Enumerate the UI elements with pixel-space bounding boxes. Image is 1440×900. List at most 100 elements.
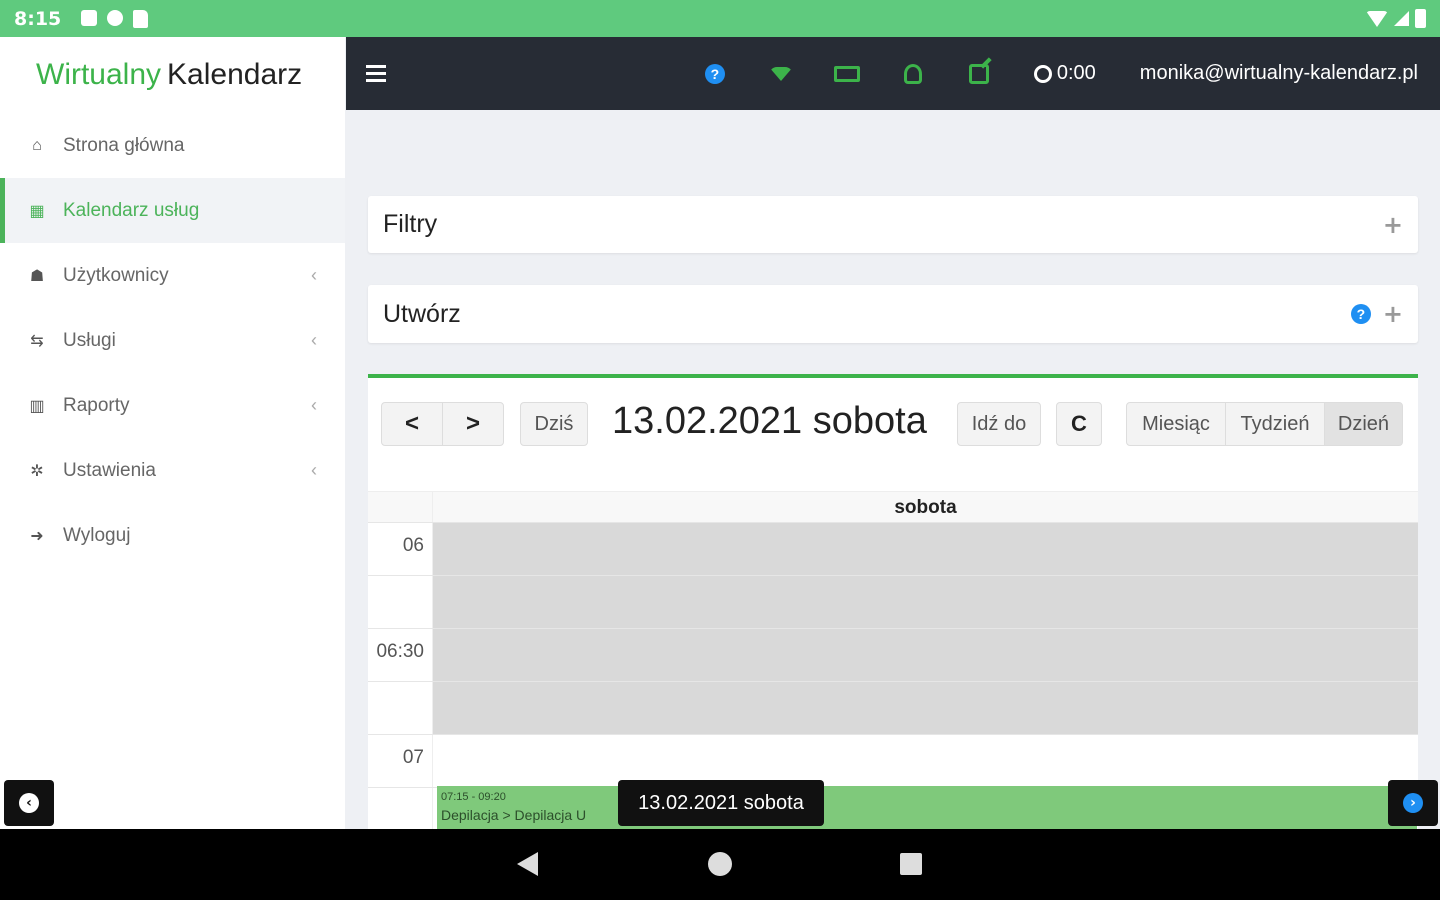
time-slots: 06 06:30 07 bbox=[368, 522, 1418, 829]
create-title: Utwórz bbox=[383, 299, 461, 328]
user-icon: ☗ bbox=[29, 267, 45, 285]
sidebar-item-2[interactable]: ☗ Użytkownicy ‹ bbox=[0, 243, 345, 308]
user-email[interactable]: monika@wirtualny-kalendarz.pl bbox=[1140, 62, 1418, 85]
android-status-bar: 8:15 bbox=[0, 0, 1440, 37]
status-notification-icons bbox=[81, 9, 149, 28]
day-header-row: sobota bbox=[368, 491, 1418, 523]
event-time: 07:15 - 09:20 bbox=[441, 791, 506, 803]
time-slot-label bbox=[368, 682, 433, 734]
sidebar-item-label: Raporty bbox=[63, 394, 130, 416]
expand-create-plus-icon[interactable]: + bbox=[1383, 300, 1403, 328]
time-slot-row: 06 bbox=[368, 522, 1418, 575]
chevron-left-icon: ‹ bbox=[311, 330, 317, 350]
money-button[interactable] bbox=[814, 65, 880, 82]
create-panel[interactable]: Utwórz ? + bbox=[368, 285, 1418, 343]
expand-filters-plus-icon[interactable]: + bbox=[1383, 211, 1403, 239]
prev-button[interactable]: < bbox=[381, 402, 443, 446]
event-title: Depilacja > Depilacja U bbox=[441, 807, 587, 823]
sidebar-item-0[interactable]: ⌂ Strona główna bbox=[0, 113, 345, 178]
back-triangle-icon[interactable] bbox=[517, 852, 538, 876]
home-circle-icon[interactable] bbox=[708, 852, 732, 876]
topbar-icons: ? bbox=[682, 63, 1012, 84]
hand-button[interactable] bbox=[880, 63, 946, 84]
status-time: 8:15 bbox=[14, 7, 62, 30]
sidebar-item-label: Strona główna bbox=[63, 134, 185, 156]
filters-panel[interactable]: Filtry + bbox=[368, 196, 1418, 253]
today-button[interactable]: Dziś bbox=[520, 402, 588, 446]
bar-chart-icon: ▥ bbox=[29, 397, 45, 415]
notification-sd-card-icon bbox=[133, 9, 149, 28]
next-floating-button[interactable]: › bbox=[1388, 780, 1438, 826]
time-slot-label: 06:30 bbox=[368, 629, 433, 681]
sign-out-icon: ➜ bbox=[30, 527, 44, 545]
recents-square-icon[interactable] bbox=[900, 853, 922, 875]
next-button[interactable]: > bbox=[442, 402, 504, 446]
chevron-right-icon: › bbox=[1403, 793, 1423, 813]
time-slot-label bbox=[368, 788, 433, 829]
hand-pointer-icon bbox=[903, 63, 922, 84]
gear-icon: ✲ bbox=[30, 462, 44, 480]
edit-icon bbox=[968, 63, 989, 84]
sidebar-item-6[interactable]: ➜ Wyloguj bbox=[0, 503, 345, 568]
create-help-icon[interactable]: ? bbox=[1350, 304, 1371, 324]
time-slot-cell[interactable] bbox=[433, 735, 1418, 787]
sidebar-item-1[interactable]: ▦ Kalendarz usług bbox=[0, 178, 345, 243]
view-month-button[interactable]: Miesiąc bbox=[1126, 402, 1226, 446]
edit-button[interactable] bbox=[946, 63, 1012, 84]
view-week-button[interactable]: Tydzień bbox=[1225, 402, 1325, 446]
refresh-button[interactable]: C bbox=[1056, 402, 1102, 446]
chevron-left-icon: ‹ bbox=[311, 395, 317, 415]
time-slot-label: 06 bbox=[368, 523, 433, 575]
app-logo[interactable]: Wirtualny Kalendarz bbox=[0, 37, 345, 113]
home-icon: ⌂ bbox=[32, 136, 42, 154]
top-navbar: ? 0:00 monika@wirtualny-kalendarz.pl bbox=[346, 37, 1440, 110]
time-slot-cell[interactable] bbox=[433, 576, 1418, 628]
view-day-button[interactable]: Dzień bbox=[1324, 402, 1403, 446]
chevron-left-icon: ‹ bbox=[311, 460, 317, 480]
sidebar-collapse-button[interactable]: ‹ bbox=[4, 780, 54, 826]
calendar-event[interactable]: 07:15 - 09:20 Depilacja > Depilacja U bbox=[437, 786, 1417, 829]
android-nav-bar bbox=[0, 829, 1440, 900]
session-timer: 0:00 bbox=[1033, 62, 1096, 85]
time-slot-cell[interactable] bbox=[433, 629, 1418, 681]
wifi-icon bbox=[768, 66, 793, 81]
help-button[interactable]: ? bbox=[682, 63, 748, 84]
time-slot-row: 07 bbox=[368, 734, 1418, 787]
sidebar-item-label: Ustawienia bbox=[63, 459, 156, 481]
time-slot-cell[interactable] bbox=[433, 682, 1418, 734]
time-slot-cell[interactable] bbox=[433, 523, 1418, 575]
calendar-icon: ▦ bbox=[29, 202, 45, 220]
date-floating-label: 13.02.2021 sobota bbox=[618, 780, 824, 826]
chevron-left-icon: ‹ bbox=[311, 265, 317, 285]
sidebar-item-5[interactable]: ✲ Ustawienia ‹ bbox=[0, 438, 345, 503]
sidebar-item-label: Użytkownicy bbox=[63, 264, 169, 286]
battery-icon bbox=[1415, 9, 1426, 28]
day-header: sobota bbox=[894, 497, 957, 518]
sidebar-item-label: Usługi bbox=[63, 329, 116, 351]
sidebar-item-label: Wyloguj bbox=[63, 524, 131, 546]
time-slot-row bbox=[368, 681, 1418, 734]
notification-p-icon bbox=[107, 9, 124, 26]
sidebar-item-3[interactable]: ⇆ Usługi ‹ bbox=[0, 308, 345, 373]
logo-part1: Wirtualny bbox=[36, 58, 162, 91]
sidebar: Wirtualny Kalendarz ⌂ Strona główna ▦ Kalen… bbox=[0, 37, 345, 829]
hamburger-menu-icon[interactable] bbox=[366, 65, 386, 82]
wifi-icon bbox=[1366, 10, 1388, 27]
calendar-title: 13.02.2021 sobota bbox=[612, 400, 927, 442]
signal-icon bbox=[1394, 11, 1409, 26]
time-slot-row bbox=[368, 575, 1418, 628]
calendar-toolbar: < > Dziś 13.02.2021 sobota Idź do C Mies… bbox=[368, 378, 1418, 488]
goto-button[interactable]: Idź do bbox=[957, 402, 1041, 446]
clock-icon bbox=[1033, 64, 1052, 83]
timer-value: 0:00 bbox=[1056, 62, 1096, 84]
sidebar-item-4[interactable]: ▥ Raporty ‹ bbox=[0, 373, 345, 438]
chevron-left-icon: ‹ bbox=[19, 793, 39, 813]
help-icon: ? bbox=[704, 63, 725, 84]
wifi-status-button[interactable] bbox=[748, 66, 814, 81]
time-slot-label: 07 bbox=[368, 735, 433, 787]
calendar: < > Dziś 13.02.2021 sobota Idź do C Mies… bbox=[368, 374, 1418, 829]
sidebar-nav: ⌂ Strona główna ▦ Kalendarz usług ☗ Użytkowni… bbox=[0, 113, 345, 568]
money-icon bbox=[833, 65, 860, 82]
time-slot-row: 06:30 bbox=[368, 628, 1418, 681]
filters-title: Filtry bbox=[383, 210, 438, 238]
